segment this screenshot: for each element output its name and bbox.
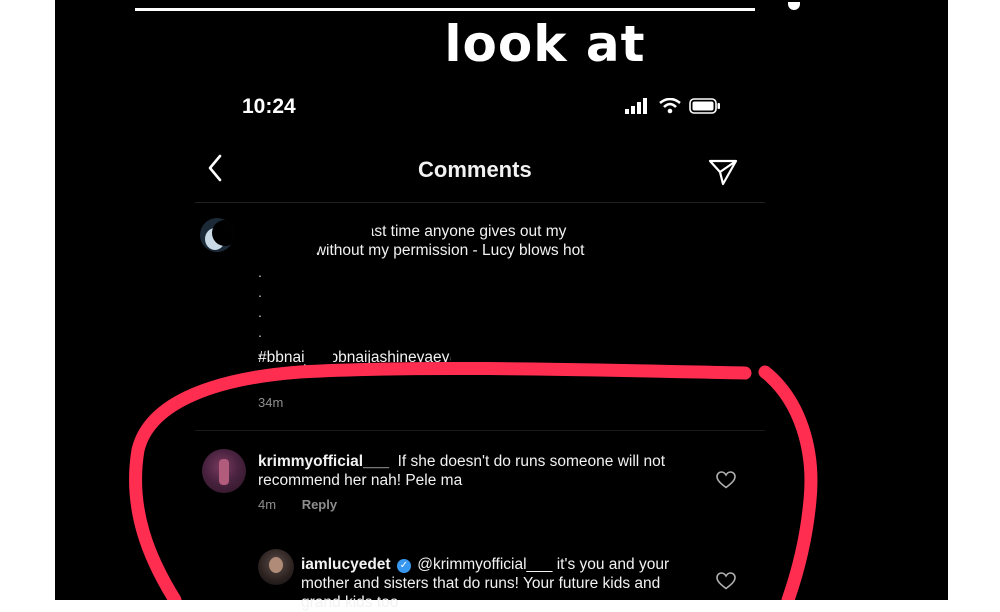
avatar-shadow xyxy=(212,220,234,246)
like-button[interactable] xyxy=(716,471,736,489)
share-button[interactable] xyxy=(705,155,741,189)
caption-dot: . xyxy=(258,264,262,280)
reply-item: iamlucyedet ✓ @krimmyofficial___ it's yo… xyxy=(301,555,701,612)
comment-meta: 4m Reply xyxy=(258,497,359,512)
story-scribble-underline xyxy=(135,0,755,11)
like-button[interactable] xyxy=(716,572,736,590)
redaction-mark xyxy=(450,342,690,370)
reply-username[interactable]: iamlucyedet xyxy=(301,556,391,573)
comment-timestamp: 4m xyxy=(258,497,277,512)
story-scribble-dot xyxy=(788,2,800,10)
commenter-avatar[interactable] xyxy=(202,449,246,493)
caption-dot: . xyxy=(258,324,262,340)
post-timestamp: 34m xyxy=(258,395,284,410)
header-divider xyxy=(195,202,765,203)
story-frame: look at xyxy=(55,0,948,600)
battery-icon xyxy=(689,98,720,114)
status-icons xyxy=(625,98,721,114)
post-caption-dots: . . . . . xyxy=(258,262,262,362)
back-button[interactable] xyxy=(200,150,230,186)
redaction-mark xyxy=(305,344,333,370)
comment-item: krimmyofficial___ If she doesn't do runs… xyxy=(258,452,698,490)
reply-mention[interactable]: @krimmyofficial___ xyxy=(417,556,552,573)
story-caption-text: look at xyxy=(444,15,646,73)
wifi-icon xyxy=(659,98,681,114)
paper-plane-icon xyxy=(708,159,738,186)
verified-badge-icon: ✓ xyxy=(396,559,411,573)
signal-icon xyxy=(625,98,647,114)
reply-button[interactable]: Reply xyxy=(302,497,337,512)
redaction-mark xyxy=(250,236,318,260)
caption-dot: . xyxy=(258,284,262,300)
post-author-avatar[interactable] xyxy=(200,218,234,252)
page-title: Comments xyxy=(418,157,532,182)
caption-dot: . xyxy=(258,304,262,320)
avatar-face xyxy=(269,557,283,573)
chevron-left-icon xyxy=(208,154,222,182)
avatar-figure xyxy=(219,459,229,485)
heart-icon xyxy=(716,572,736,590)
comment-username[interactable]: krimmyofficial___ xyxy=(258,453,389,470)
reply-avatar[interactable] xyxy=(258,549,294,585)
caption-divider xyxy=(195,430,765,431)
heart-icon xyxy=(716,471,736,489)
status-time: 10:24 xyxy=(242,95,296,118)
